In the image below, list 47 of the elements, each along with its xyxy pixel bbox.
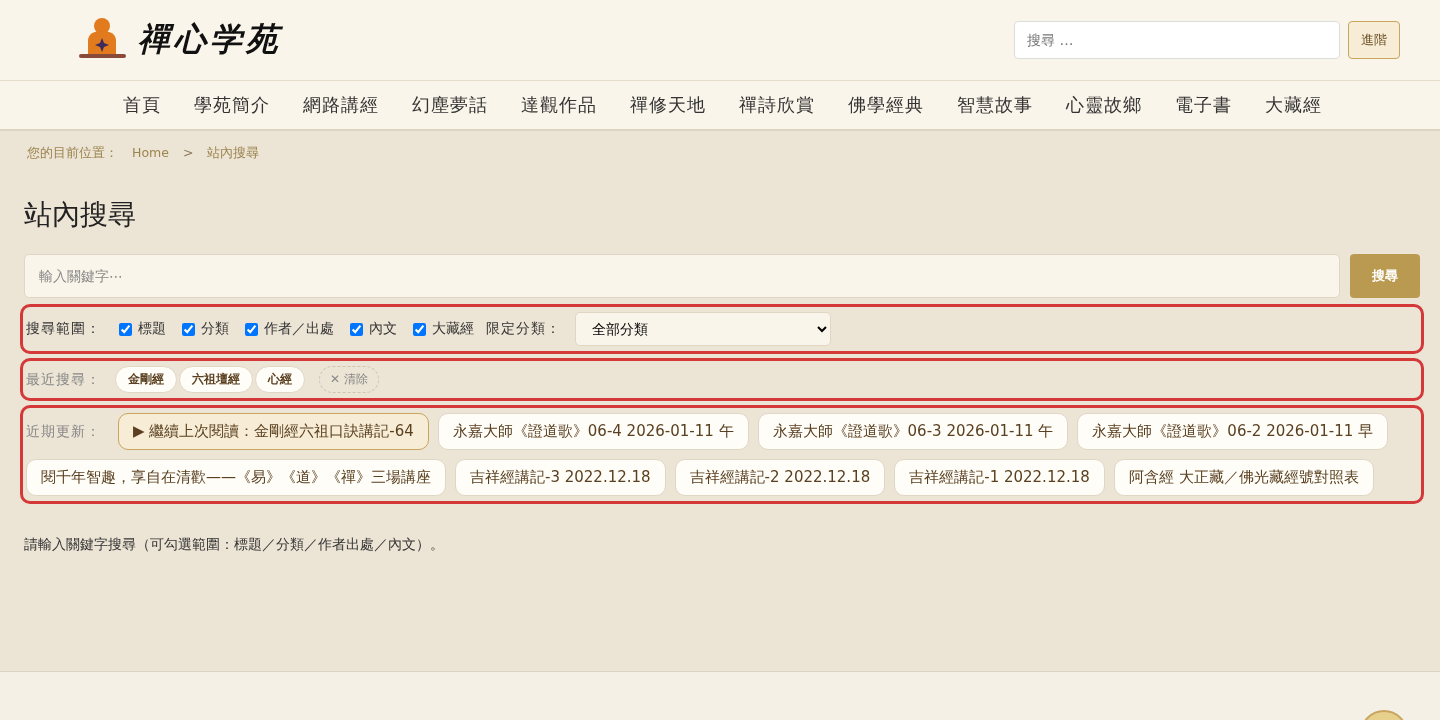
scope-checkbox[interactable] [413, 322, 426, 336]
recent-label: 最近搜尋： [26, 370, 101, 389]
nav-link[interactable]: 禪詩欣賞 [738, 93, 815, 117]
update-link[interactable]: 永嘉大師《證道歌》06-3 2026-01-11 午 [757, 413, 1069, 450]
nav-link[interactable]: 電子書 [1174, 93, 1232, 117]
page-title: 站內搜尋 [24, 197, 137, 233]
scope-checkbox[interactable] [350, 322, 363, 336]
nav-link[interactable]: 禪修天地 [629, 93, 706, 117]
nav-link[interactable]: 達觀作品 [520, 93, 597, 117]
continue-reading-button[interactable]: ▶ 繼續上次閱讀：金剛經六祖口訣講記-64 [118, 413, 429, 450]
keyword-field[interactable]: 輸入關鍵字⋯ [24, 254, 1340, 298]
nav-link[interactable]: 心靈故鄉 [1065, 93, 1142, 117]
nav-link[interactable]: 幻塵夢話 [411, 93, 488, 117]
logo-text: 禪心学苑 [138, 19, 282, 60]
breadcrumb-label: 您的目前位置： [27, 145, 118, 162]
scope-label: 搜尋範圍： [26, 320, 101, 338]
nav-link[interactable]: 佛學經典 [847, 93, 924, 117]
nav-link[interactable]: 學苑簡介 [193, 93, 270, 117]
category-select[interactable]: 全部分類 [575, 312, 831, 346]
checkbox-label: 分類 [201, 320, 229, 338]
update-link[interactable]: 吉祥經講記-2 2022.12.18 [674, 459, 886, 496]
nav-link[interactable]: 智慧故事 [956, 93, 1033, 117]
checkbox-label: 內文 [369, 320, 397, 338]
update-link[interactable]: 吉祥經講記-3 2022.12.18 [455, 459, 666, 496]
category-label: 限定分類： [486, 320, 561, 338]
breadcrumb-separator: > [182, 145, 194, 162]
updates-label: 近期更新： [26, 422, 101, 441]
search-hint: 請輸入關鍵字搜尋（可勾選範圍：標題／分類／作者出處／內文）。 [24, 536, 445, 554]
checkbox-label: 標題 [138, 320, 166, 338]
recent-search-chip[interactable]: 六祖壇經 [179, 366, 253, 393]
recent-search-chip[interactable]: 金剛經 [115, 366, 177, 393]
checkbox-label: 大藏經 [432, 320, 474, 338]
search-field[interactable]: 搜尋 … [1014, 21, 1340, 59]
advanced-search-button[interactable]: 進階 [1348, 21, 1400, 59]
scope-checkbox[interactable] [182, 322, 195, 336]
update-link[interactable]: 永嘉大師《證道歌》06-4 2026-01-11 午 [437, 413, 749, 450]
nav-link[interactable]: 大藏經 [1264, 93, 1322, 117]
update-link[interactable]: 閱千年智趣，享自在清歡——《易》《道》《禪》三場講座 [26, 459, 446, 496]
update-link[interactable]: 阿含經 大正藏／佛光藏經號對照表 [1113, 459, 1374, 496]
nav-link[interactable]: 首頁 [122, 93, 161, 117]
checkbox-label: 作者／出處 [264, 320, 334, 338]
nav-link[interactable]: 網路講經 [302, 93, 379, 117]
scope-checkbox[interactable] [245, 322, 258, 336]
recent-search-chip[interactable]: 心經 [255, 366, 305, 393]
update-link[interactable]: 永嘉大師《證道歌》06-2 2026-01-11 早 [1077, 413, 1389, 450]
scope-checkbox[interactable] [119, 322, 132, 336]
update-link[interactable]: 吉祥經講記-1 2022.12.18 [894, 459, 1105, 496]
